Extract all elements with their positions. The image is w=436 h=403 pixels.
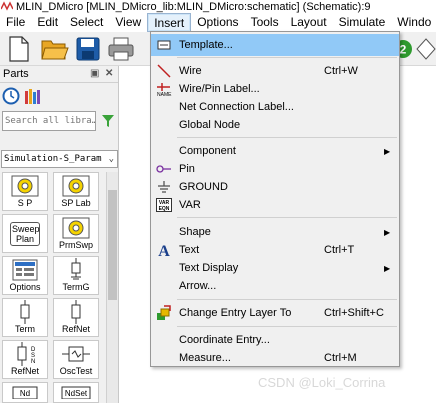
part-label: TermG	[62, 282, 90, 292]
term-icon	[10, 300, 40, 324]
part-prmswp[interactable]: PrmSwp	[53, 214, 99, 253]
toolbar-diamond-button[interactable]	[415, 34, 436, 64]
part-label: SP Lab	[61, 198, 91, 208]
part-osctest[interactable]: OscTest	[53, 340, 99, 379]
refnet-icon	[61, 300, 91, 324]
printer-icon	[108, 37, 134, 61]
svg-text:A: A	[158, 243, 170, 258]
menu-bar: File Edit Select View Insert Options Too…	[0, 13, 436, 32]
param-sweep-icon	[61, 217, 91, 239]
part-nd[interactable]: Nd	[2, 382, 48, 403]
part-sweep-plan[interactable]: Sweep Plan	[2, 214, 48, 253]
change-layer-icon	[155, 304, 173, 322]
part-label: Term	[15, 324, 35, 334]
menu-item-template[interactable]: Template...	[151, 34, 399, 56]
library-select[interactable]: Simulation-S_Param ⌄	[1, 150, 118, 168]
parts-search-row	[2, 110, 117, 132]
float-panel-icon[interactable]: ▣	[90, 68, 99, 79]
menu-item-measure[interactable]: Measure... Ctrl+M	[151, 347, 399, 369]
part-ndset[interactable]: NdSet	[53, 382, 99, 403]
app-logo-icon	[1, 1, 13, 11]
parts-scrollbar[interactable]	[106, 172, 118, 403]
part-refnet[interactable]: RefNet	[53, 298, 99, 337]
part-refnet-dsn[interactable]: DSN RefNet	[2, 340, 48, 379]
parts-search-input[interactable]	[2, 111, 96, 131]
part-label: Options	[9, 282, 41, 292]
menu-item-arrow[interactable]: Arrow...	[151, 275, 399, 297]
print-button[interactable]	[106, 34, 136, 64]
history-clock-icon[interactable]	[2, 87, 20, 105]
svg-text:Nd: Nd	[20, 389, 30, 398]
part-label: PrmSwp	[58, 240, 93, 250]
menu-separator	[177, 137, 397, 138]
title-bar: MLIN_DMicro [MLIN_DMicro_lib:MLIN_DMicro…	[0, 0, 436, 13]
insert-menu: Template... Wire Ctrl+W NAME Wire/Pin La…	[150, 31, 400, 367]
osctest-icon	[61, 343, 91, 365]
menu-item-global-node[interactable]: Global Node	[151, 114, 399, 136]
menu-separator	[177, 217, 397, 218]
menu-edit[interactable]: Edit	[31, 13, 64, 32]
submenu-arrow-icon: ▶	[384, 227, 391, 237]
chevron-down-icon: ⌄	[108, 154, 114, 164]
menu-tools[interactable]: Tools	[245, 13, 285, 32]
svg-text:2: 2	[400, 43, 407, 57]
menu-item-change-entry-layer[interactable]: Change Entry Layer To Ctrl+Shift+C	[151, 302, 399, 324]
open-folder-icon	[41, 40, 69, 60]
submenu-arrow-icon: ▶	[384, 146, 391, 156]
term-ground-icon	[61, 258, 91, 281]
menu-select[interactable]: Select	[64, 13, 109, 32]
parts-scroll-thumb[interactable]	[108, 190, 117, 300]
window-title: MLIN_DMicro [MLIN_DMicro_lib:MLIN_DMicro…	[16, 0, 371, 13]
menu-view[interactable]: View	[109, 13, 147, 32]
diamond-icon	[416, 38, 436, 60]
ndset-icon: NdSet	[61, 385, 91, 399]
submenu-arrow-icon: ▶	[384, 263, 391, 273]
library-select-value: Simulation-S_Param	[4, 154, 102, 164]
menu-separator	[177, 326, 397, 327]
part-label: NdSet	[65, 389, 88, 398]
part-sp-lab[interactable]: SP Lab	[53, 172, 99, 211]
part-termg[interactable]: TermG	[53, 256, 99, 295]
part-label: RefNet	[10, 366, 39, 376]
part-label: Sweep Plan	[10, 222, 40, 246]
part-label: OscTest	[59, 366, 93, 376]
save-icon	[76, 37, 100, 61]
menu-file[interactable]: File	[0, 13, 31, 32]
sweep-plan-icon: Sweep Plan	[10, 219, 40, 249]
menu-layout[interactable]: Layout	[285, 13, 333, 32]
menu-item-var[interactable]: VAR EQN VAR	[151, 194, 399, 216]
template-icon	[155, 36, 173, 54]
refnet-dsn-icon: DSN	[10, 342, 40, 366]
parts-panel-title: Parts	[3, 68, 29, 80]
save-button[interactable]	[73, 34, 103, 64]
open-folder-button[interactable]	[40, 34, 70, 64]
close-panel-icon[interactable]: ✕	[105, 68, 113, 79]
part-label: S P	[17, 198, 33, 208]
part-label: RefNet	[61, 324, 90, 334]
svg-text:EQN: EQN	[159, 206, 170, 212]
nd-icon: Nd	[10, 385, 40, 399]
sp-lab-icon	[61, 175, 91, 197]
parts-panel-header: Parts ▣ ✕	[0, 66, 118, 83]
part-sp[interactable]: S P	[2, 172, 48, 211]
options-icon	[10, 259, 40, 281]
part-term[interactable]: Term	[2, 298, 48, 337]
new-file-button[interactable]	[4, 34, 34, 64]
sp-simulation-icon	[10, 175, 40, 197]
menu-separator	[177, 57, 397, 58]
menu-window[interactable]: Windo	[391, 13, 436, 32]
menu-insert[interactable]: Insert	[147, 13, 192, 32]
svg-text:N: N	[31, 359, 35, 365]
menu-separator	[177, 299, 397, 300]
watermark-text: CSDN @Loki_Corrina	[258, 375, 386, 390]
part-options[interactable]: Options	[2, 256, 48, 295]
menu-simulate[interactable]: Simulate	[333, 13, 392, 32]
parts-tools	[2, 85, 42, 107]
parts-panel: Parts ▣ ✕ Simulation-S_Param ⌄ S P	[0, 66, 119, 403]
library-books-icon[interactable]	[24, 87, 42, 105]
menu-options[interactable]: Options	[191, 13, 244, 32]
filter-funnel-icon[interactable]	[102, 114, 114, 128]
new-file-icon	[9, 36, 29, 62]
var-icon: VAR EQN	[155, 196, 173, 214]
